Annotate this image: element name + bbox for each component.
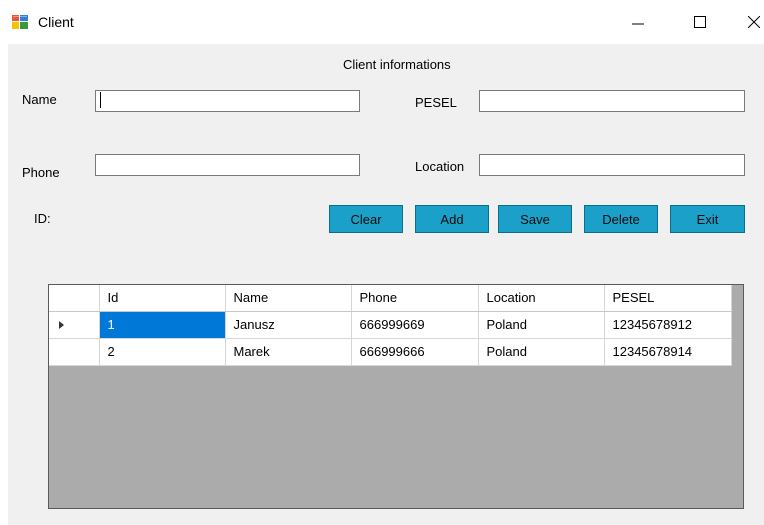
grid-header-row: Id Name Phone Location PESEL [49,285,732,312]
delete-button[interactable]: Delete [584,205,658,233]
close-icon [748,16,760,28]
grid-cell-id[interactable]: 1 [99,311,226,339]
table-row[interactable]: 2 Marek 666999666 Poland 12345678914 [49,338,732,366]
grid-corner-header[interactable] [49,285,100,312]
window-title: Client [38,14,74,30]
name-label: Name [22,92,57,107]
row-header[interactable] [49,311,100,339]
current-row-arrow-icon [59,321,64,329]
grid-cell-location[interactable]: Poland [478,311,605,339]
grid-cell-pesel[interactable]: 12345678912 [604,311,732,339]
grid-cell-name[interactable]: Janusz [225,311,352,339]
clients-data-grid[interactable]: Id Name Phone Location PESEL 1 Janusz 66… [48,284,744,509]
minimize-button[interactable] [618,8,658,36]
exit-button[interactable]: Exit [670,205,745,233]
pesel-label: PESEL [415,95,457,110]
grid-table: Id Name Phone Location PESEL 1 Janusz 66… [49,285,732,366]
phone-label: Phone [22,165,60,180]
id-label: ID: [34,211,51,226]
app-window-icon [12,15,28,29]
grid-cell-location[interactable]: Poland [478,338,605,366]
row-header[interactable] [49,338,100,366]
column-header-phone[interactable]: Phone [351,285,479,312]
maximize-button[interactable] [680,8,720,36]
grid-cell-pesel[interactable]: 12345678914 [604,338,732,366]
column-header-id[interactable]: Id [99,285,226,312]
maximize-icon [694,16,706,28]
column-header-name[interactable]: Name [225,285,352,312]
grid-cell-phone[interactable]: 666999669 [351,311,479,339]
column-header-location[interactable]: Location [478,285,605,312]
pesel-input[interactable] [479,90,745,112]
phone-input[interactable] [95,154,360,176]
table-row[interactable]: 1 Janusz 666999669 Poland 12345678912 [49,311,732,339]
close-button[interactable] [734,8,764,36]
grid-cell-id[interactable]: 2 [99,338,226,366]
clear-button[interactable]: Clear [329,205,403,233]
location-input[interactable] [479,154,745,176]
grid-cell-phone[interactable]: 666999666 [351,338,479,366]
column-header-pesel[interactable]: PESEL [604,285,732,312]
form-heading: Client informations [343,57,451,72]
title-bar[interactable]: Client [0,0,764,44]
grid-cell-name[interactable]: Marek [225,338,352,366]
save-button[interactable]: Save [498,205,572,233]
minimize-icon [632,23,644,25]
location-label: Location [415,159,465,174]
add-button[interactable]: Add [415,205,489,233]
name-input[interactable] [95,90,360,112]
text-caret [100,92,101,108]
